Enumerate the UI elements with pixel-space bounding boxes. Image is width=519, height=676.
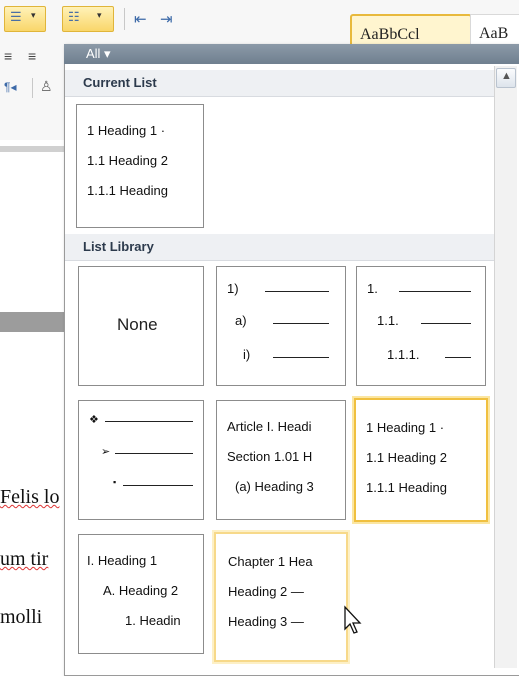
tile-line: 1.1.1 Heading: [87, 183, 168, 198]
numbering-icon: ☰: [10, 9, 22, 24]
arrow-up-icon: ▲: [501, 70, 512, 82]
scroll-up-button[interactable]: ▲: [496, 68, 516, 88]
diamond-bullet-icon: ❖: [89, 414, 99, 426]
list-library-header: List Library: [65, 234, 495, 261]
increase-indent-icon[interactable]: ⇥: [160, 10, 173, 28]
list-style-article-section[interactable]: Article I. Headi Section 1.01 H (a) Head…: [216, 400, 346, 520]
tile-line: Heading 2 —: [228, 584, 304, 599]
list-style-roman-outline[interactable]: I. Heading 1 A. Heading 2 1. Headin: [78, 534, 204, 654]
document-text: um tir: [0, 548, 49, 570]
placeholder-line: [105, 421, 193, 422]
tile-line: 1. Headin: [125, 613, 181, 628]
tile-line: (a) Heading 3: [235, 479, 314, 494]
placeholder-line: [273, 357, 329, 358]
square-bullet-icon: ▪: [113, 477, 117, 487]
style-preview: AaB: [479, 25, 509, 42]
gallery-header: [64, 44, 519, 64]
ruler-strip: [0, 146, 66, 152]
list-style-bullets[interactable]: ❖ ➢ ▪: [78, 400, 204, 520]
decrease-indent-icon[interactable]: ⇤: [134, 10, 147, 28]
placeholder-line: [115, 453, 193, 454]
rtl-icon[interactable]: ¶◂: [4, 80, 16, 94]
list-style-decimal-outline[interactable]: 1. 1.1. 1.1.1.: [356, 266, 486, 386]
section-title: Current List: [83, 75, 157, 90]
dropdown-arrow-icon: ▾: [31, 10, 36, 20]
multilevel-list-button[interactable]: ☷ ▾: [62, 6, 114, 32]
current-list-header: Current List: [65, 70, 495, 97]
list-style-none[interactable]: None: [78, 266, 204, 386]
section-title: List Library: [83, 239, 154, 254]
tile-line: I. Heading 1: [87, 553, 158, 568]
placeholder-line: [445, 357, 471, 358]
tile-line: Heading 3 —: [228, 614, 304, 629]
none-label: None: [117, 315, 158, 334]
placeholder-line: [399, 291, 471, 292]
dropdown-arrow-icon: ▾: [97, 10, 102, 20]
list-style-heading-numbered-selected[interactable]: 1 Heading 1 · 1.1 Heading 2 1.1.1 Headin…: [354, 398, 488, 522]
tile-line: i): [243, 347, 251, 362]
placeholder-line: [273, 323, 329, 324]
tile-line: 1.1 Heading 2: [87, 153, 168, 168]
arrow-bullet-icon: ➢: [101, 446, 111, 458]
tile-line: Chapter 1 Hea: [228, 554, 313, 569]
align-left-icon[interactable]: ≡: [4, 48, 12, 64]
gallery-scrollbar[interactable]: [494, 66, 517, 668]
ribbon-separator: [124, 8, 125, 30]
tile-line: 1.: [367, 281, 378, 296]
list-style-chapter-hover[interactable]: Chapter 1 Hea Heading 2 — Heading 3 —: [214, 532, 348, 662]
tile-line: 1 Heading 1 ·: [366, 420, 445, 435]
tile-line: A. Heading 2: [103, 583, 179, 598]
tile-line: 1 Heading 1 ·: [87, 123, 166, 138]
placeholder-line: [421, 323, 471, 324]
placeholder-line: [123, 485, 193, 486]
document-text: Felis lo: [0, 486, 60, 508]
list-style-paren-numbering[interactable]: 1) a) i): [216, 266, 346, 386]
tile-line: 1.1.1.: [387, 347, 420, 362]
tile-line: 1): [227, 281, 239, 296]
style-preview: AaBbCcl: [360, 26, 420, 43]
tile-line: 1.1.1 Heading: [366, 480, 447, 495]
numbering-button[interactable]: ☰ ▾: [4, 6, 46, 32]
tile-line: 1.1 Heading 2: [366, 450, 447, 465]
shading-icon[interactable]: ♙: [40, 78, 53, 95]
current-list-tile[interactable]: 1 Heading 1 · 1.1 Heading 2 1.1.1 Headin…: [76, 104, 204, 228]
placeholder-line: [265, 291, 329, 292]
tile-line: a): [235, 313, 247, 328]
tile-line: 1.1.: [377, 313, 399, 328]
tile-line: Article I. Headi: [227, 419, 312, 434]
align-right-icon[interactable]: ≡: [28, 48, 36, 64]
multilevel-list-icon: ☷: [68, 9, 80, 24]
ruler-bar: [0, 312, 66, 332]
tile-line: Section 1.01 H: [227, 449, 313, 464]
mouse-pointer-icon: [344, 605, 362, 634]
document-text: molli: [0, 606, 43, 628]
ribbon-separator: [32, 78, 33, 98]
all-filter-dropdown[interactable]: All ▾: [86, 46, 111, 62]
